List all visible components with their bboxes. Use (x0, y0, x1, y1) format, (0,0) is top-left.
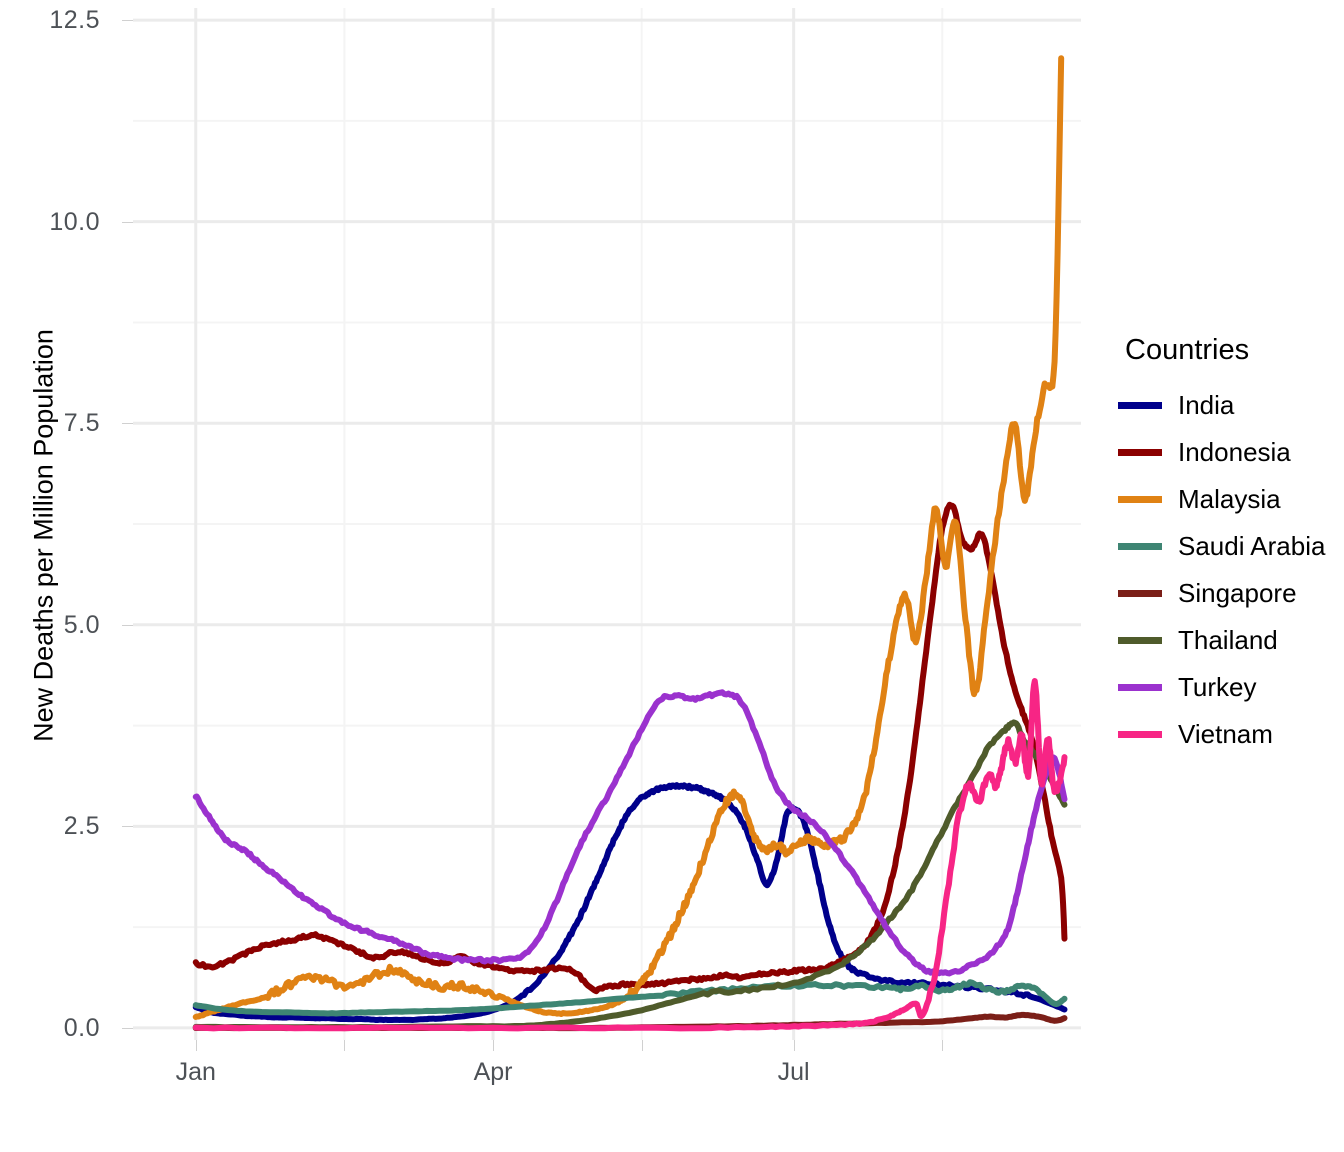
x-axis: Jan Apr Jul (133, 1040, 1081, 1130)
legend-item-label: Vietnam (1178, 718, 1273, 749)
x-tick-label: Jan (175, 1058, 216, 1086)
y-tick-mark (122, 20, 133, 22)
legend-item-india[interactable]: India (1118, 382, 1234, 428)
y-tick-label: 0.0 (63, 1013, 100, 1042)
legend-item-label: Turkey (1178, 671, 1257, 702)
legend-item-thailand[interactable]: Thailand (1118, 617, 1278, 663)
series-line-malaysia (192, 55, 1065, 1020)
chart-root: 12.5 10.0 7.5 5.0 2.5 0.0 New Deaths per Mill… (0, 0, 1344, 1152)
legend-item-label: Thailand (1178, 624, 1278, 655)
series-lines (192, 55, 1068, 1032)
legend-item-malaysia[interactable]: Malaysia (1118, 476, 1281, 522)
legend-key-swatch (1118, 589, 1162, 597)
legend-item-label: Saudi Arabia (1178, 530, 1326, 561)
y-tick-label: 2.5 (63, 812, 100, 841)
legend-key-swatch (1118, 401, 1162, 409)
legend-key-swatch (1118, 495, 1162, 503)
x-tick-mark (793, 1040, 795, 1051)
y-tick-label: 5.0 (63, 610, 100, 639)
y-tick-label: 7.5 (63, 409, 100, 438)
x-tick-mark (195, 1040, 197, 1051)
legend-item-label: India (1178, 389, 1235, 420)
y-tick-mark (122, 826, 133, 828)
legend-item-saudi-arabia[interactable]: Saudi Arabia (1118, 523, 1325, 569)
x-tick-label: Jul (777, 1058, 810, 1086)
legend-item-label: Malaysia (1178, 483, 1281, 514)
legend-key-swatch (1118, 636, 1162, 644)
x-minor-tick-mark (641, 1040, 643, 1051)
legend-key-swatch (1118, 542, 1162, 550)
legend-item-vietnam[interactable]: Vietnam (1118, 711, 1273, 757)
plot-svg (133, 8, 1081, 1040)
legend: Countries India Indonesia Malaysia Saudi Ar… (1110, 330, 1344, 750)
legend-key-swatch (1118, 448, 1162, 456)
y-tick-label: 12.5 (49, 6, 100, 35)
y-axis: 12.5 10.0 7.5 5.0 2.5 0.0 (0, 0, 133, 1052)
legend-key-swatch (1118, 683, 1162, 691)
legend-item-indonesia[interactable]: Indonesia (1118, 429, 1291, 475)
legend-key-swatch (1118, 730, 1162, 738)
x-tick-label: Apr (473, 1058, 513, 1086)
series-line-turkey (192, 689, 1068, 977)
y-tick-mark (122, 423, 133, 425)
y-tick-mark (122, 624, 133, 626)
y-tick-mark (122, 221, 133, 223)
x-tick-mark (493, 1040, 495, 1051)
x-minor-tick-mark (942, 1040, 944, 1051)
legend-item-label: Indonesia (1178, 436, 1291, 467)
legend-item-label: Singapore (1178, 577, 1297, 608)
y-tick-mark (122, 1027, 133, 1029)
y-axis-title: New Deaths per Million Population (28, 329, 59, 742)
x-minor-tick-mark (344, 1040, 346, 1051)
legend-title: Countries (1125, 334, 1250, 366)
plot-panel (133, 8, 1081, 1040)
legend-item-turkey[interactable]: Turkey (1118, 664, 1257, 710)
legend-item-singapore[interactable]: Singapore (1118, 570, 1297, 616)
